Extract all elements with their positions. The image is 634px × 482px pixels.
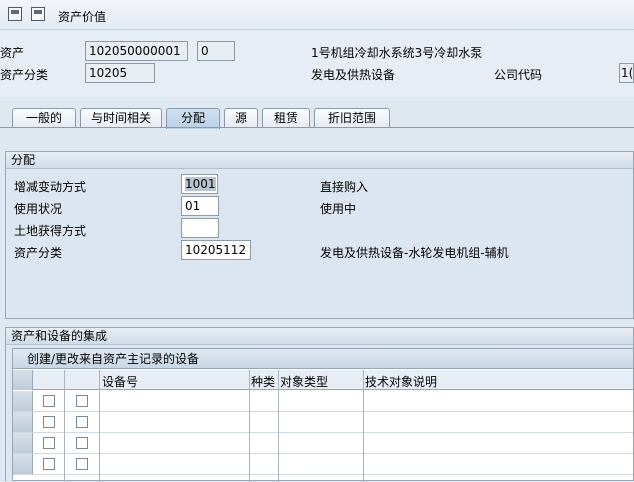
usage-status-description: 使用中 [320, 202, 357, 216]
tab-depreciation-areas[interactable]: 折旧范围 [314, 108, 390, 128]
asset-label: 资产 [0, 46, 25, 60]
row-checkbox-2[interactable] [76, 437, 88, 449]
table-row[interactable] [13, 454, 633, 475]
table-row[interactable] [13, 391, 633, 412]
asset-class-row-field[interactable]: 10205112 [181, 240, 251, 260]
asset-description: 1号机组冷却水系统3号冷却水泵 [311, 46, 483, 60]
tab-assignment[interactable]: 分配 [166, 108, 220, 129]
select-all-rows-button[interactable] [13, 370, 33, 390]
asset-class-row-description: 发电及供热设备-水轮发电机组-辅机 [320, 246, 509, 260]
land-acquisition-field[interactable] [181, 218, 219, 238]
row-checkbox-2[interactable] [76, 416, 88, 428]
equipment-subpanel-title: 创建/更改来自资产主记录的设备 [13, 349, 633, 369]
column-divider [64, 370, 65, 482]
table-row[interactable] [13, 412, 633, 433]
tab-time-dependent[interactable]: 与时间相关 [80, 108, 162, 128]
row-selector[interactable] [13, 433, 33, 453]
tab-divider [0, 127, 634, 128]
column-equipment-number[interactable]: 设备号 [102, 373, 138, 390]
tab-origin[interactable]: 源 [224, 108, 258, 128]
integration-panel-title: 资产和设备的集成 [6, 328, 633, 345]
row-checkbox-1[interactable] [43, 395, 55, 407]
column-divider [99, 370, 100, 482]
equipment-subpanel: 创建/更改来自资产主记录的设备 设备号 种类 对象类型 技术对象说明 [12, 348, 634, 482]
company-code-label: 公司代码 [494, 68, 543, 82]
row-checkbox-1[interactable] [43, 416, 55, 428]
row-checkbox-1[interactable] [43, 437, 55, 449]
tab-general[interactable]: 一般的 [12, 108, 76, 128]
usage-status-label: 使用状况 [14, 202, 63, 216]
asset-class-label: 资产分类 [0, 68, 49, 82]
asset-class-field[interactable]: 10205 [85, 63, 155, 83]
tab-leasing[interactable]: 租赁 [262, 108, 310, 128]
assignment-panel-title: 分配 [6, 152, 633, 169]
save-document-icon[interactable] [8, 7, 22, 21]
column-divider [363, 370, 364, 482]
assignment-panel: 分配 [5, 151, 634, 319]
table-row[interactable] [13, 433, 633, 454]
company-code-field[interactable]: 1( [619, 63, 634, 83]
asset-class-row-label: 资产分类 [14, 246, 63, 260]
column-technical-object-description[interactable]: 技术对象说明 [365, 373, 437, 390]
usage-status-field[interactable]: 01 [181, 196, 219, 216]
row-checkbox-2[interactable] [76, 395, 88, 407]
column-divider [278, 370, 279, 482]
row-checkbox-2[interactable] [76, 458, 88, 470]
title-bar: 资产价值 [0, 0, 634, 30]
transaction-type-field[interactable]: 1001 [181, 174, 218, 194]
column-divider [249, 370, 250, 482]
row-selector[interactable] [13, 391, 33, 411]
column-object-type[interactable]: 对象类型 [280, 373, 328, 390]
row-selector[interactable] [13, 454, 33, 474]
transaction-type-description: 直接购入 [320, 180, 369, 194]
asset-class-description: 发电及供热设备 [311, 68, 396, 82]
equipment-table-header: 设备号 种类 对象类型 技术对象说明 [13, 370, 633, 390]
page-title: 资产价值 [58, 10, 107, 24]
row-selector[interactable] [13, 412, 33, 432]
land-acquisition-label: 土地获得方式 [14, 224, 87, 238]
column-category[interactable]: 种类 [251, 373, 275, 390]
transaction-type-label: 增减变动方式 [14, 180, 87, 194]
asset-number-field[interactable]: 102050000001 [85, 41, 188, 61]
row-checkbox-1[interactable] [43, 458, 55, 470]
asset-subnumber-field[interactable]: 0 [197, 41, 235, 61]
refresh-document-icon[interactable] [31, 7, 45, 21]
